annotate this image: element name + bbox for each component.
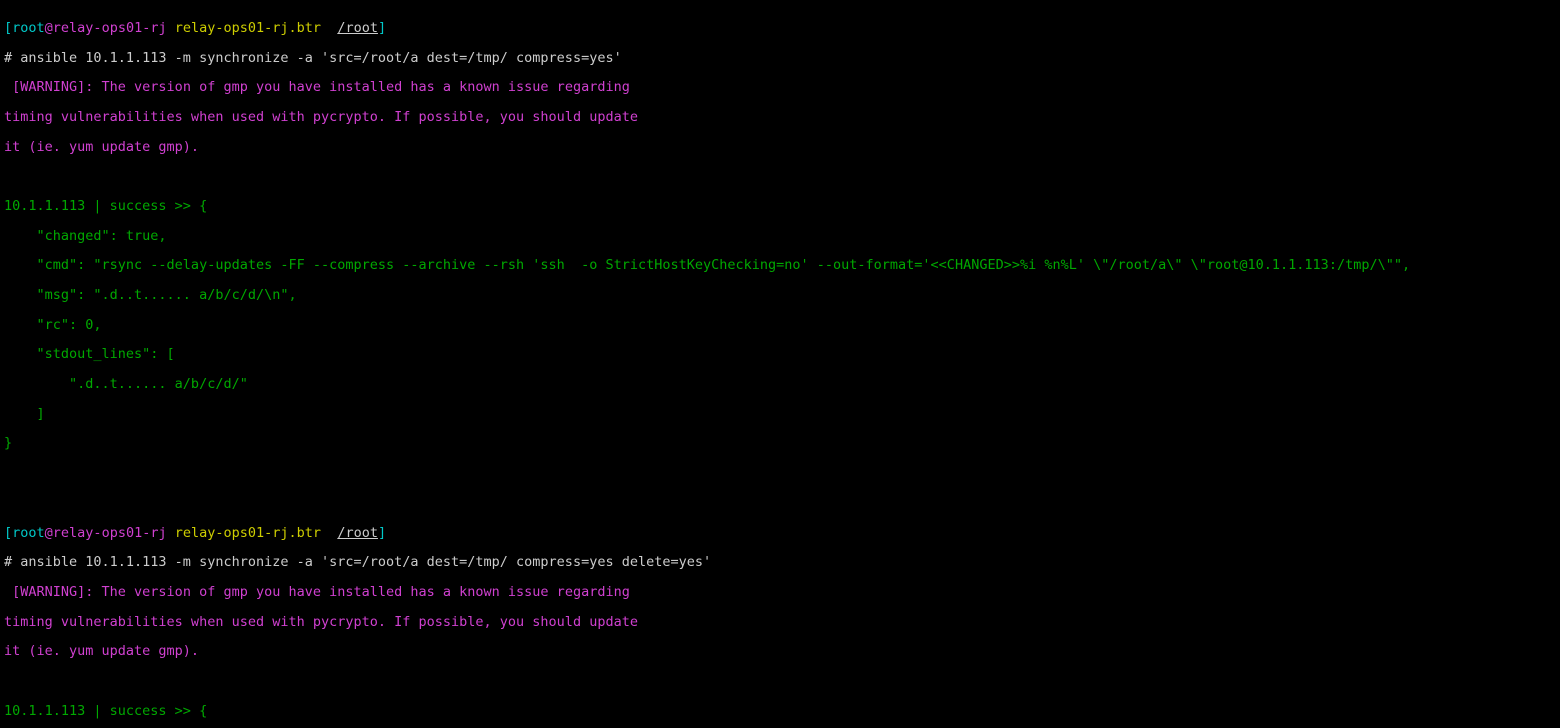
json-rc: "rc": 0, xyxy=(4,318,1556,333)
json-object-close: } xyxy=(4,436,1556,451)
json-stdout-line: ".d..t...... a/b/c/d/" xyxy=(4,377,1556,392)
terminal-output[interactable]: [root@relay-ops01-rj relay-ops01-rj.btr … xyxy=(0,0,1560,728)
spaces xyxy=(321,525,337,541)
warning-label: [WARNING] xyxy=(4,79,85,95)
spaces xyxy=(321,20,337,36)
prompt-at: @ xyxy=(45,20,53,36)
json-msg: "msg": ".d..t...... a/b/c/d/\n", xyxy=(4,288,1556,303)
warning-line-1: [WARNING]: The version of gmp you have i… xyxy=(4,80,1556,95)
json-array-close: ] xyxy=(4,407,1556,422)
prompt-line: [root@relay-ops01-rj relay-ops01-rj.btr … xyxy=(4,526,1556,541)
warning-line-3: it (ie. yum update gmp). xyxy=(4,644,1556,659)
prompt-host: relay-ops01-rj xyxy=(53,20,167,36)
warning-label: [WARNING] xyxy=(4,584,85,600)
warning-line-1: [WARNING]: The version of gmp you have i… xyxy=(4,585,1556,600)
bracket: [ xyxy=(4,20,12,36)
blank-line xyxy=(4,169,1556,184)
result-header: 10.1.1.113 | success >> { xyxy=(4,199,1556,214)
prompt-at: @ xyxy=(45,525,53,541)
warning-line-2: timing vulnerabilities when used with py… xyxy=(4,615,1556,630)
blank-line xyxy=(4,496,1556,511)
bracket-close: ] xyxy=(378,525,386,541)
json-cmd: "cmd": "rsync --delay-updates -FF --comp… xyxy=(4,258,1556,273)
blank-line xyxy=(4,674,1556,689)
prompt-user: root xyxy=(12,525,45,541)
warning-line-2: timing vulnerabilities when used with py… xyxy=(4,110,1556,125)
space xyxy=(167,20,175,36)
json-changed: "changed": true, xyxy=(4,229,1556,244)
result-header: 10.1.1.113 | success >> { xyxy=(4,704,1556,719)
command-1: # ansible 10.1.1.113 -m synchronize -a '… xyxy=(4,51,1556,66)
prompt-host: relay-ops01-rj xyxy=(53,525,167,541)
prompt-domain: relay-ops01-rj.btr xyxy=(175,525,321,541)
json-stdout-lines-open: "stdout_lines": [ xyxy=(4,347,1556,362)
prompt-cwd: /root xyxy=(337,20,378,36)
prompt-user: root xyxy=(12,20,45,36)
command-2: # ansible 10.1.1.113 -m synchronize -a '… xyxy=(4,555,1556,570)
warning-line-3: it (ie. yum update gmp). xyxy=(4,140,1556,155)
bracket-close: ] xyxy=(378,20,386,36)
warning-text: : The version of gmp you have installed … xyxy=(85,584,630,600)
bracket: [ xyxy=(4,525,12,541)
blank-line xyxy=(4,466,1556,481)
space xyxy=(167,525,175,541)
warning-text: : The version of gmp you have installed … xyxy=(85,79,630,95)
prompt-line: [root@relay-ops01-rj relay-ops01-rj.btr … xyxy=(4,21,1556,36)
prompt-cwd: /root xyxy=(337,525,378,541)
prompt-domain: relay-ops01-rj.btr xyxy=(175,20,321,36)
